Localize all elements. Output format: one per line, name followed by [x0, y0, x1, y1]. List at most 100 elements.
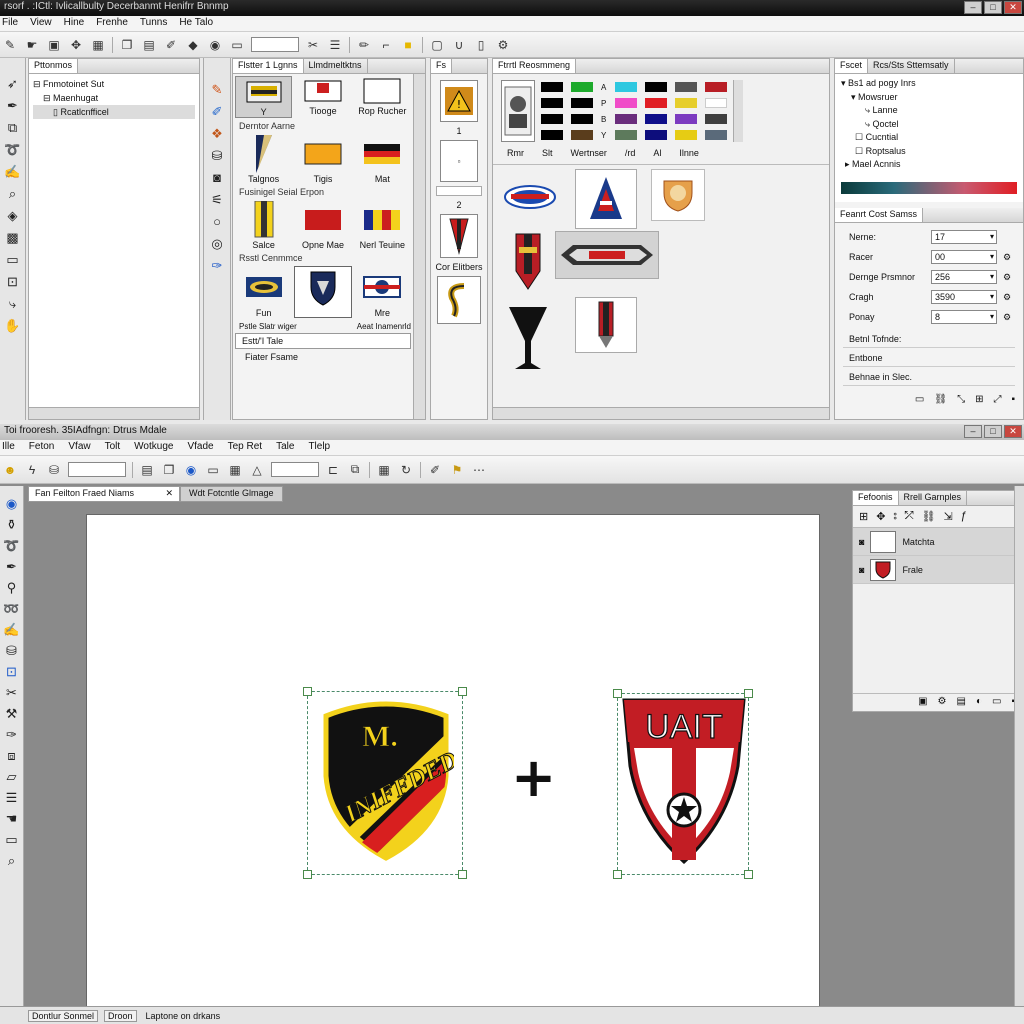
resize-handle[interactable]	[744, 870, 753, 879]
tree-item[interactable]: ⊟ Maenhugat	[33, 91, 195, 105]
swatch[interactable]	[705, 114, 727, 124]
prop-value-select[interactable]: 8	[931, 310, 997, 324]
settings-icon[interactable]: ⚙	[938, 696, 947, 709]
tab-layers[interactable]: Fefoonis	[853, 491, 899, 505]
link-icon[interactable]: ⛓	[922, 510, 936, 523]
rotate-icon[interactable]: ↻	[398, 462, 414, 478]
swatch[interactable]	[571, 98, 593, 108]
stamp-tool-icon[interactable]: ▩	[4, 230, 22, 246]
shape-item[interactable]: Tiooge	[294, 76, 351, 118]
shape-item[interactable]: Mat	[354, 134, 411, 184]
subtab[interactable]: Wertnser	[571, 148, 607, 158]
resize-handle[interactable]	[458, 870, 467, 879]
brush-icon[interactable]: ✐	[163, 37, 179, 53]
asset-item[interactable]	[503, 183, 557, 214]
layers-tool-icon[interactable]: ☰	[3, 790, 21, 806]
prop-button[interactable]: Behnae in Slec.	[843, 369, 1015, 386]
tab-libraries[interactable]: Llmdmeltktns	[304, 59, 368, 73]
tree-item-selected[interactable]: ▯ Rcatlcnfficel	[33, 105, 195, 119]
menu-help[interactable]: He Talo	[179, 17, 213, 30]
menu-item[interactable]: Tlelp	[308, 441, 330, 454]
subtab[interactable]: /rd	[625, 148, 636, 158]
open-icon[interactable]: ✎	[2, 37, 18, 53]
swatch[interactable]	[615, 98, 637, 108]
shape-item[interactable]: Talgnos	[235, 134, 292, 184]
object-tree-item[interactable]: ▾ Bs1 ad pogy Inrs	[841, 77, 1017, 91]
crop-tool-icon[interactable]: ⧉	[4, 120, 22, 136]
menu-frenhe[interactable]: Frenhe	[96, 17, 128, 30]
zoom-tool-icon[interactable]: ⌕	[3, 853, 21, 869]
doc-tab[interactable]: Wdt Fotcntle Glmage	[180, 486, 283, 502]
link-icon[interactable]: ⚙	[1003, 312, 1011, 323]
swatch[interactable]	[541, 82, 563, 92]
doc-tab-active[interactable]: Fan Feilton Fraed Niams ✕	[28, 486, 180, 502]
tree-item[interactable]: ⊟ Fnmotoinet Sut	[33, 77, 195, 91]
zoom-tool-icon[interactable]: ⌕	[4, 186, 22, 202]
transform-icon[interactable]: ⤡	[957, 394, 965, 405]
loop-tool-icon[interactable]: ➿	[3, 601, 21, 617]
layer-row[interactable]: ◙ Frale	[853, 556, 1023, 584]
warning-tile[interactable]: !	[440, 80, 478, 122]
lasso-tool-icon[interactable]: ➰	[3, 538, 21, 554]
align-icon[interactable]: ⊞	[975, 394, 983, 405]
pen-tool-icon[interactable]: ✒	[3, 559, 21, 575]
swatch[interactable]	[705, 130, 727, 140]
tree-h-scrollbar[interactable]	[29, 407, 199, 419]
tab-samples[interactable]: Rrell Garnples	[899, 491, 968, 505]
image-icon[interactable]: ▭	[229, 37, 245, 53]
copy-icon[interactable]: ❐	[161, 462, 177, 478]
swatch[interactable]	[645, 98, 667, 108]
expand-icon[interactable]: ⤢	[993, 394, 1001, 405]
copy-icon[interactable]: ❐	[119, 37, 135, 53]
save-icon[interactable]: ▣	[46, 37, 62, 53]
maximize-button[interactable]: □	[984, 425, 1002, 438]
asset-item[interactable]	[507, 305, 549, 376]
subtab[interactable]: Slt	[542, 148, 553, 158]
swatch[interactable]	[571, 130, 593, 140]
link-icon[interactable]: ⛓	[934, 394, 947, 405]
subtab[interactable]: Ilnne	[679, 148, 699, 158]
brush-tool-icon[interactable]: ✍	[3, 622, 21, 638]
bucket-tool-icon[interactable]: ◈	[4, 208, 22, 224]
shape-item[interactable]: Tigis	[294, 134, 351, 184]
preview-tab[interactable]: Fs	[431, 59, 452, 73]
tab-symmetry[interactable]: Rcs/Sts Sttemsatly	[868, 59, 955, 73]
hook-tool-icon[interactable]: ⚲	[3, 580, 21, 596]
subtab[interactable]: Al	[653, 148, 661, 158]
transform-icon[interactable]: ✥	[68, 37, 84, 53]
shape-item[interactable]: Fun	[235, 266, 292, 318]
object-tree-item[interactable]: ⤷ Lanne	[841, 104, 1017, 118]
pen-tool-icon[interactable]: ✒	[4, 98, 22, 114]
calendar-icon[interactable]: ▦	[376, 462, 392, 478]
object-tree-item[interactable]: ☐ Roptsalus	[841, 145, 1017, 159]
marker-icon[interactable]: ✐	[208, 104, 226, 120]
camera-icon[interactable]: ◙	[208, 170, 226, 186]
asset-item-selected[interactable]	[555, 231, 659, 279]
link-icon[interactable]: ⚙	[1003, 272, 1011, 283]
tab-fscet[interactable]: Fscet	[835, 59, 869, 73]
asset-item[interactable]	[515, 233, 541, 294]
stack-icon[interactable]: ⛁	[46, 462, 62, 478]
prop-value-select[interactable]: 00	[931, 250, 997, 264]
visibility-icon[interactable]: ◙	[859, 537, 864, 547]
bolt-icon[interactable]: ϟ	[24, 462, 40, 478]
pencil-icon[interactable]: ✎	[208, 82, 226, 98]
prop-value-select[interactable]: 256	[931, 270, 997, 284]
fx-icon[interactable]: ƒ	[961, 510, 967, 523]
minimize-button[interactable]: –	[964, 1, 982, 14]
swatch[interactable]	[615, 114, 637, 124]
menu-hine[interactable]: Hine	[64, 17, 85, 30]
menu-item[interactable]: Vfade	[187, 441, 213, 454]
swatch[interactable]	[675, 130, 697, 140]
pointer-icon[interactable]: ☛	[24, 37, 40, 53]
font-size-select[interactable]	[271, 462, 319, 477]
select-tool-icon[interactable]: ➶	[4, 76, 22, 92]
tree-tab[interactable]: Pttonmos	[29, 59, 79, 73]
maximize-button[interactable]: □	[984, 1, 1002, 14]
adjust-icon[interactable]: ◐	[976, 696, 982, 709]
trash-icon[interactable]: ▪	[1011, 394, 1015, 405]
swatch[interactable]	[645, 114, 667, 124]
asset-item[interactable]	[651, 169, 705, 221]
new-layer-icon[interactable]: ⊞	[859, 510, 868, 523]
arrange-icon[interactable]: ⤱	[905, 510, 914, 523]
